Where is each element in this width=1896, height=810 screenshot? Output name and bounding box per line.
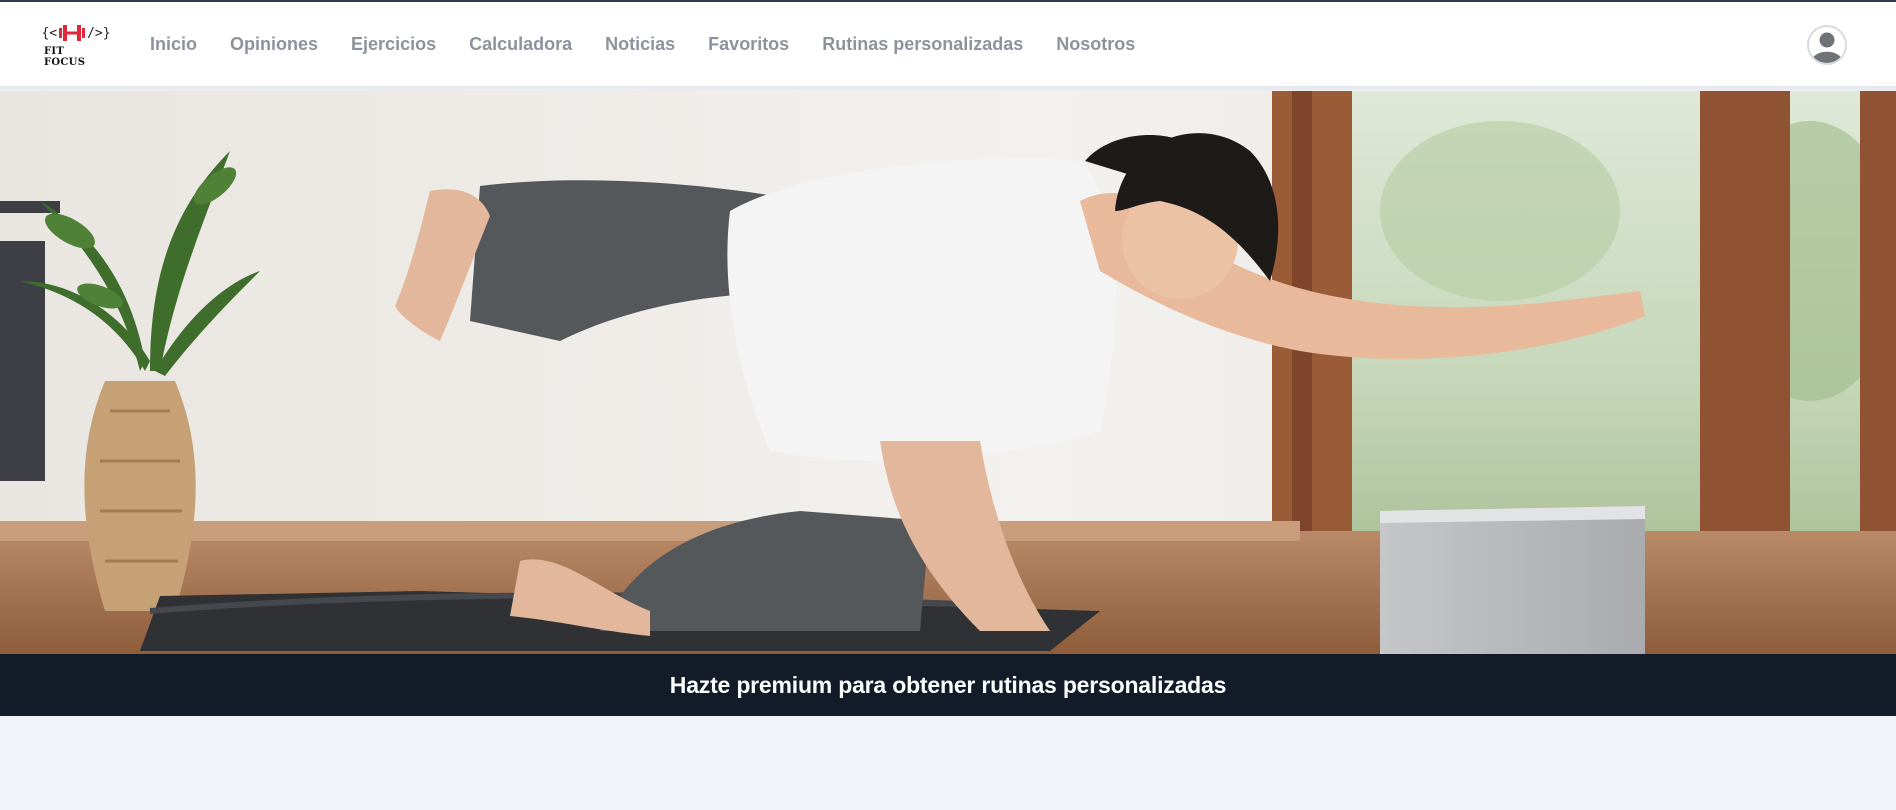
nav-item-nosotros[interactable]: Nosotros bbox=[1056, 34, 1135, 55]
nav-item-opiniones[interactable]: Opiniones bbox=[230, 34, 318, 55]
nav-item-noticias[interactable]: Noticias bbox=[605, 34, 675, 55]
premium-banner-text: Hazte premium para obtener rutinas perso… bbox=[669, 671, 1227, 698]
user-avatar-icon[interactable] bbox=[1807, 25, 1847, 65]
nav-item-inicio[interactable]: Inicio bbox=[150, 34, 197, 55]
nav-item-ejercicios[interactable]: Ejercicios bbox=[351, 34, 436, 55]
dumbbell-logo-icon: {< />} bbox=[41, 22, 111, 44]
nav-item-rutinas-personalizadas[interactable]: Rutinas personalizadas bbox=[822, 34, 1023, 55]
navbar: {< />} FIT FOCUS Inicio Opiniones Ejerci… bbox=[0, 2, 1896, 86]
brand-name: FIT FOCUS bbox=[44, 46, 86, 68]
logo-bracket-left: {< bbox=[41, 25, 58, 41]
page-background bbox=[0, 716, 1896, 810]
logo-bracket-right: />} bbox=[87, 25, 111, 41]
premium-banner: Hazte premium para obtener rutinas perso… bbox=[0, 654, 1896, 716]
brand-logo[interactable]: {< />} FIT FOCUS bbox=[41, 22, 111, 68]
main-nav: Inicio Opiniones Ejercicios Calculadora … bbox=[150, 2, 1168, 86]
nav-item-favoritos[interactable]: Favoritos bbox=[708, 34, 789, 55]
nav-item-calculadora[interactable]: Calculadora bbox=[469, 34, 572, 55]
hero-image bbox=[0, 91, 1896, 654]
